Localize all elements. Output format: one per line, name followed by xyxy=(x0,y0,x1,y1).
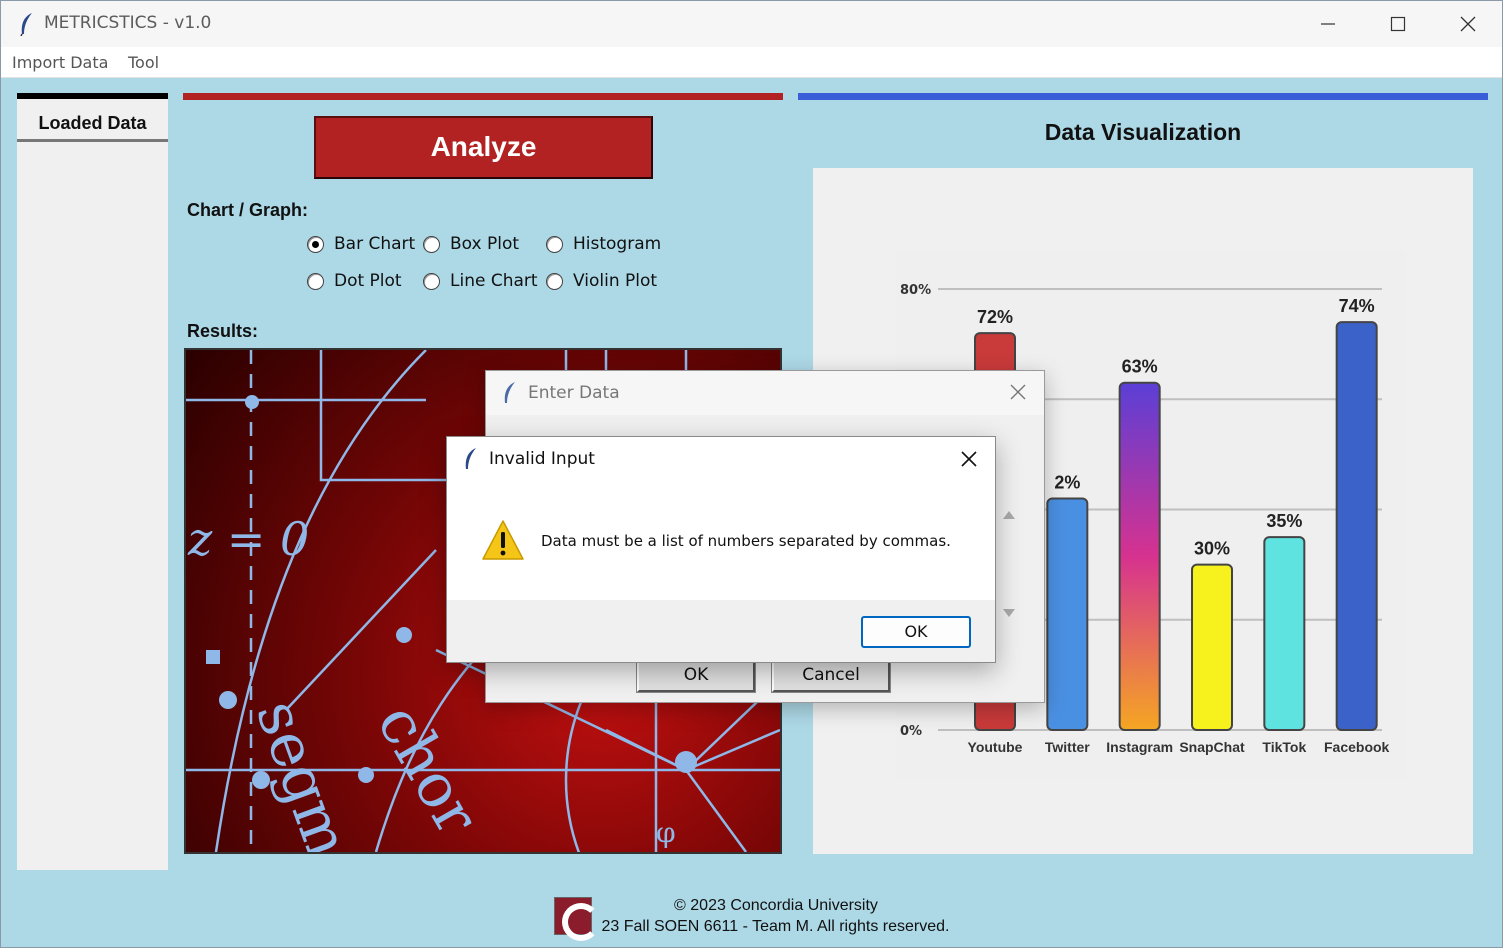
results-text-phi: φ xyxy=(656,816,676,849)
radio-label: Bar Chart xyxy=(334,234,416,254)
results-text-equation: z = 0 xyxy=(187,512,309,566)
title-bar: METRICSTICS - v1.0 xyxy=(1,1,1502,47)
results-label: Results: xyxy=(187,321,259,341)
analyze-button[interactable]: Analyze xyxy=(314,116,653,179)
invalid-input-title: Invalid Input xyxy=(489,449,595,469)
menu-bar: Import Data Tool xyxy=(1,47,1502,78)
invalid-input-message: Data must be a list of numbers separated… xyxy=(541,532,951,550)
invalid-input-dialog: Invalid Input Data must be a list of num… xyxy=(446,436,996,663)
x-tick-label: SnapChat xyxy=(1179,739,1245,755)
radio-indicator xyxy=(307,272,324,290)
radio-dot-plot[interactable]: Dot Plot xyxy=(307,271,402,291)
radio-label: Histogram xyxy=(573,234,662,254)
bar-instagram xyxy=(1118,381,1161,731)
visualization-title: Data Visualization xyxy=(1044,119,1242,145)
warning-icon xyxy=(481,519,525,565)
radio-indicator xyxy=(307,235,324,253)
x-tick-label: Twitter xyxy=(1045,739,1090,755)
scrollbar-arrows[interactable] xyxy=(1002,509,1016,619)
footer-rights: 23 Fall SOEN 6611 - Team M. All rights r… xyxy=(601,918,950,935)
bar-facebook xyxy=(1335,321,1378,731)
chart-graph-label: Chart / Graph: xyxy=(187,200,309,220)
maximize-button[interactable] xyxy=(1363,1,1433,47)
bar-snapchat xyxy=(1191,563,1233,731)
menu-tool[interactable]: Tool xyxy=(128,53,159,72)
footer-copyright: © 2023 Concordia University xyxy=(674,897,878,914)
x-tick-label: TikTok xyxy=(1262,739,1306,755)
radio-indicator xyxy=(423,235,440,253)
close-icon[interactable] xyxy=(957,447,981,471)
enter-ok-button[interactable]: OK xyxy=(636,658,756,693)
radio-indicator xyxy=(423,272,440,290)
data-label: 74% xyxy=(1339,296,1375,316)
invalid-input-body: Data must be a list of numbers separated… xyxy=(447,482,995,600)
data-label: 63% xyxy=(1122,357,1158,377)
data-label: 72% xyxy=(977,307,1013,327)
radio-label: Dot Plot xyxy=(334,271,402,291)
radio-bar-chart[interactable]: Bar Chart xyxy=(307,234,415,254)
feather-icon xyxy=(502,381,518,409)
radio-indicator xyxy=(546,272,563,290)
invalid-input-titlebar: Invalid Input xyxy=(447,437,995,482)
menu-import-data[interactable]: Import Data xyxy=(12,53,108,72)
data-label: 2% xyxy=(1054,472,1080,492)
main-window: METRICSTICS - v1.0 Import Data Tool Load… xyxy=(0,0,1503,948)
tab-loaded-data[interactable]: Loaded Data xyxy=(17,99,168,142)
y-tick-label: 0% xyxy=(900,724,922,739)
data-label: 30% xyxy=(1194,539,1230,559)
enter-data-title: Enter Data xyxy=(528,383,620,403)
radio-indicator xyxy=(546,235,563,253)
radio-label: Box Plot xyxy=(450,234,520,254)
radio-label: Violin Plot xyxy=(573,271,658,291)
x-tick-label: Youtube xyxy=(968,739,1023,755)
enter-data-titlebar: Enter Data xyxy=(486,371,1044,415)
section-divider-red xyxy=(183,93,783,100)
bar-twitter xyxy=(1046,497,1089,731)
feather-icon xyxy=(463,447,479,475)
close-icon[interactable] xyxy=(1006,380,1030,404)
window-title: METRICSTICS - v1.0 xyxy=(44,13,212,33)
section-divider-blue xyxy=(798,93,1488,100)
radio-histogram[interactable]: Histogram xyxy=(546,234,661,254)
invalid-input-footer: OK xyxy=(447,600,995,662)
close-button[interactable] xyxy=(1433,1,1503,47)
radio-line-chart[interactable]: Line Chart xyxy=(423,271,538,291)
bar-tiktok xyxy=(1263,536,1306,731)
radio-violin-plot[interactable]: Violin Plot xyxy=(546,271,657,291)
enter-cancel-button[interactable]: Cancel xyxy=(771,658,891,693)
loaded-data-panel: Loaded Data xyxy=(17,93,168,870)
x-tick-label: Facebook xyxy=(1324,739,1390,755)
invalid-ok-button[interactable]: OK xyxy=(861,616,971,648)
data-label: 35% xyxy=(1266,511,1302,531)
minimize-button[interactable] xyxy=(1293,1,1363,47)
x-tick-label: Instagram xyxy=(1106,739,1173,755)
concordia-logo xyxy=(554,897,600,941)
radio-box-plot[interactable]: Box Plot xyxy=(423,234,519,254)
y-tick-label: 80% xyxy=(900,283,931,298)
feather-icon xyxy=(19,12,35,40)
radio-label: Line Chart xyxy=(450,271,538,291)
